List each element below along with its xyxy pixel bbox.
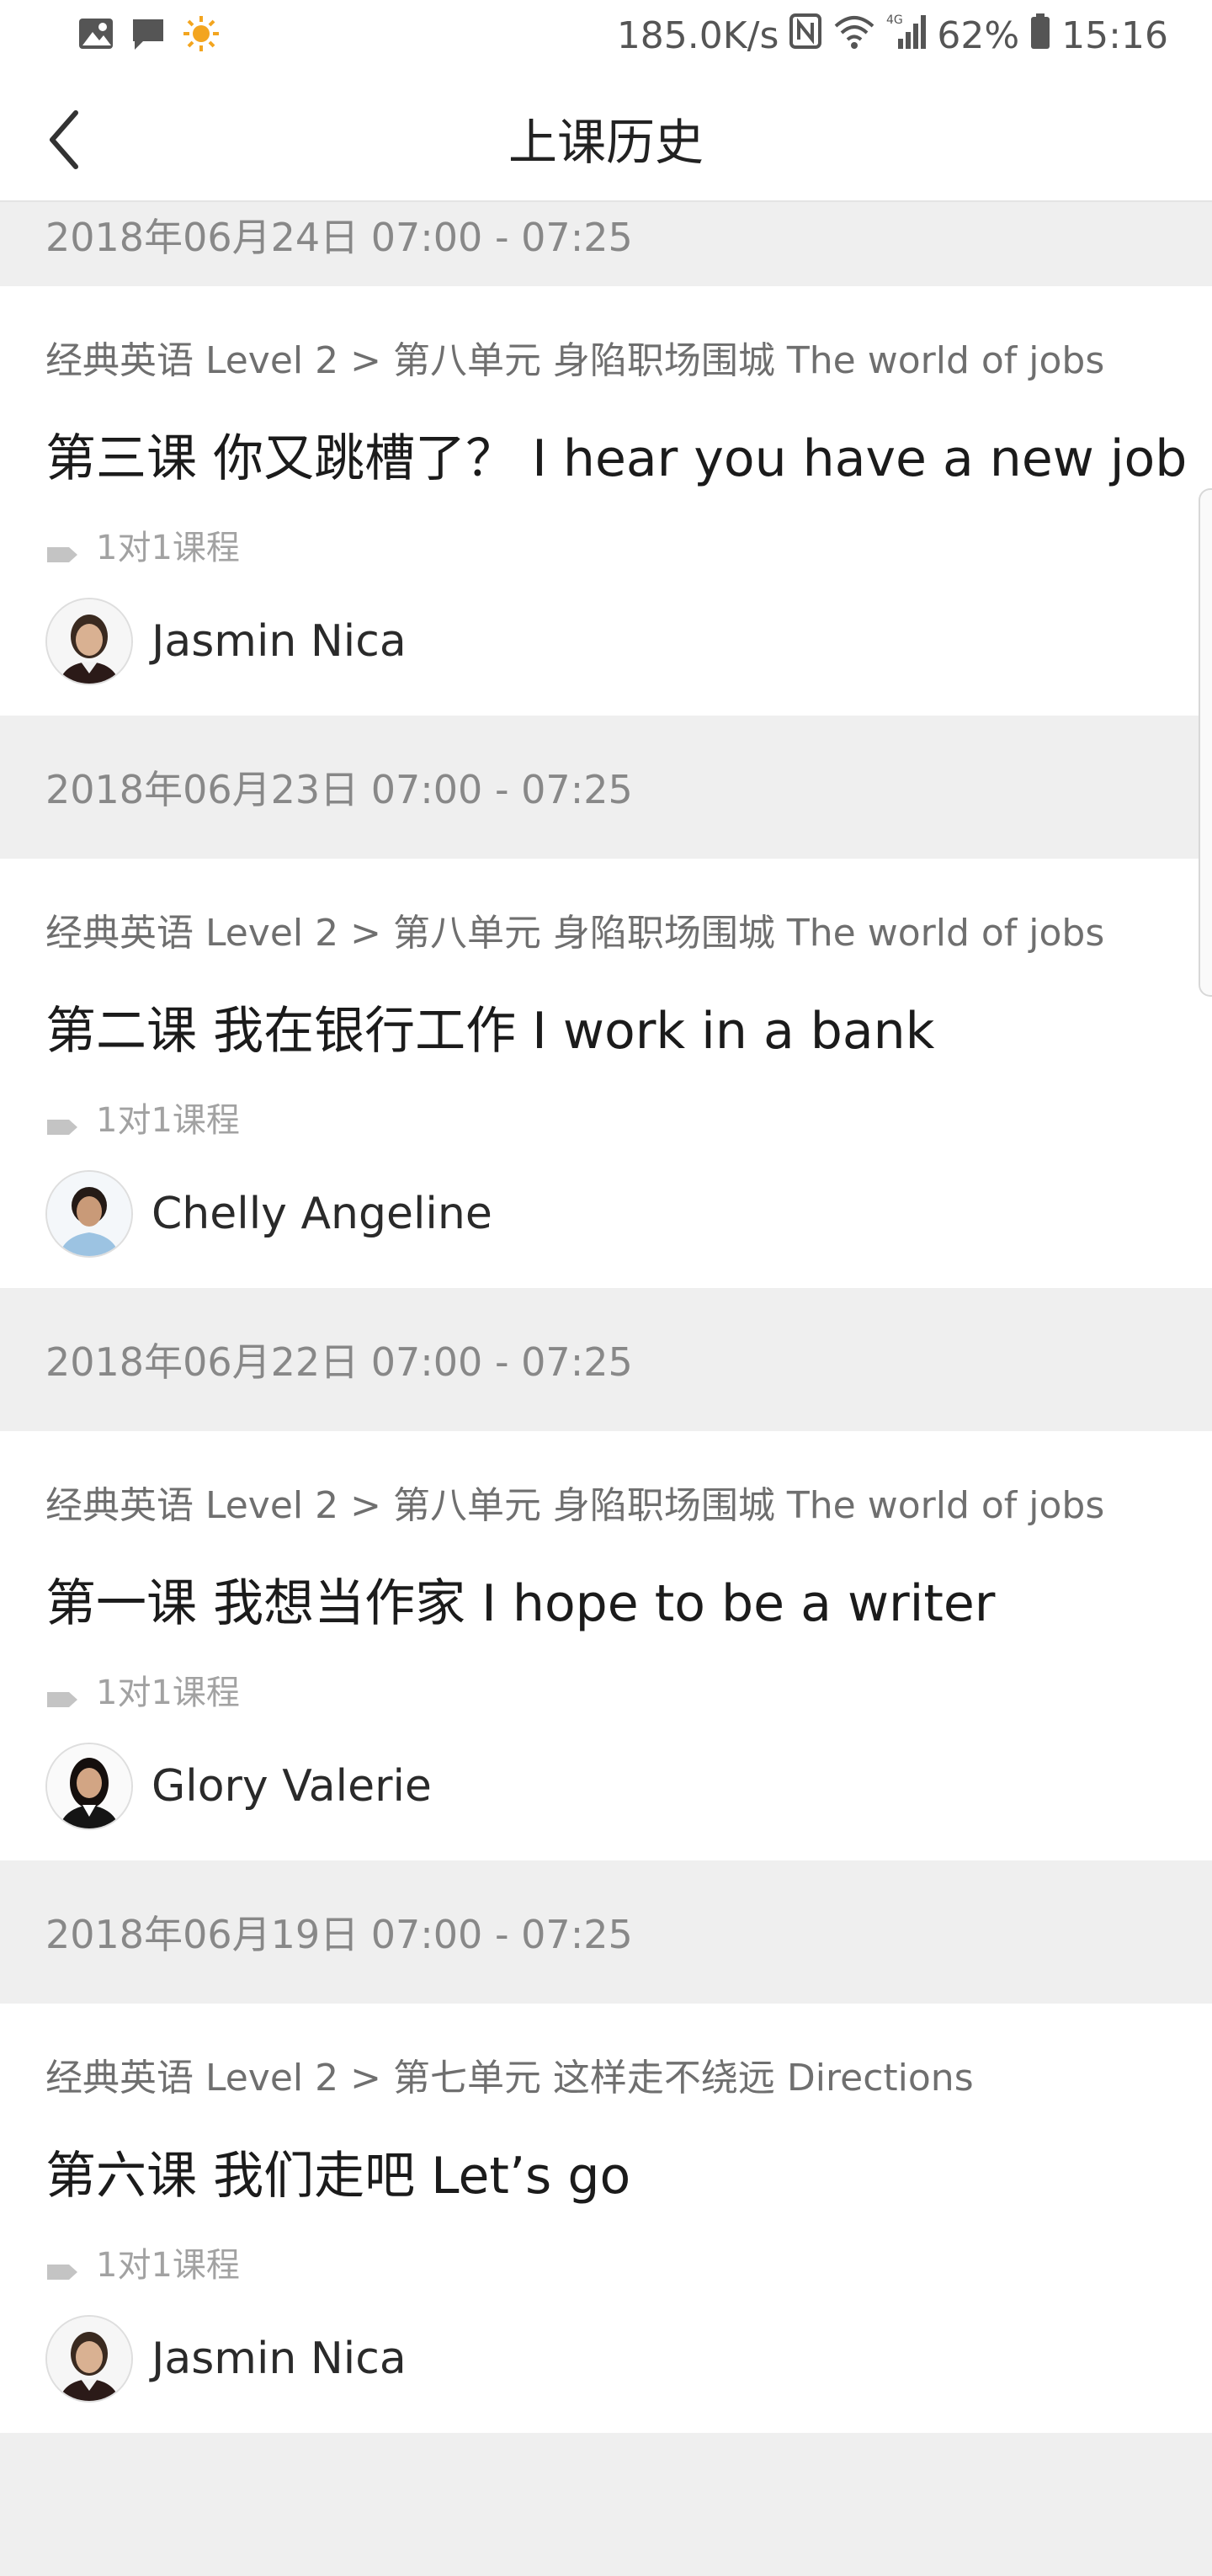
date-header: 2018年06月23日 07:00 - 07:25 — [0, 716, 1212, 859]
date-header: 2018年06月19日 07:00 - 07:25 — [0, 1860, 1212, 2004]
lesson-type-label: 1对1课程 — [96, 1101, 240, 1140]
teacher[interactable]: Glory Valerie — [45, 1743, 432, 1830]
lesson-type: 1对1课程 — [45, 2238, 240, 2286]
message-icon — [130, 16, 167, 55]
course-breadcrumb: 经典英语 Level 2 > 第八单元 身陷职场围城 The world of … — [45, 339, 1105, 382]
tag-icon — [45, 1107, 79, 1135]
scrollbar-thumb[interactable] — [1199, 488, 1212, 997]
lesson-type-label: 1对1课程 — [96, 1674, 240, 1712]
avatar — [45, 2315, 133, 2403]
lesson-card[interactable]: 经典英语 Level 2 > 第八单元 身陷职场围城 The world of … — [0, 859, 1212, 1288]
lesson-type: 1对1课程 — [45, 1665, 240, 1714]
nfc-icon — [789, 13, 822, 59]
clock: 15:16 — [1061, 13, 1168, 57]
lesson-card[interactable]: 经典英语 Level 2 > 第八单元 身陷职场围城 The world of … — [0, 1431, 1212, 1860]
cellular-signal-icon: 4G — [886, 12, 927, 60]
lesson-card[interactable]: 经典英语 Level 2 > 第七单元 这样走不绕远 Directions 第六… — [0, 2004, 1212, 2433]
course-breadcrumb: 经典英语 Level 2 > 第八单元 身陷职场围城 The world of … — [45, 912, 1105, 955]
lesson-type-label: 1对1课程 — [96, 2246, 240, 2285]
lesson-title: 第三课 你又跳槽了？ I hear you have a new job — [45, 429, 1188, 488]
teacher[interactable]: Jasmin Nica — [45, 598, 407, 685]
list-footer-spacer — [0, 2433, 1212, 2576]
lesson-type: 1对1课程 — [45, 520, 240, 569]
teacher-name: Glory Valerie — [152, 1761, 432, 1812]
lesson-title: 第六课 我们走吧 Let’s go — [45, 2147, 631, 2206]
teacher[interactable]: Jasmin Nica — [45, 2315, 407, 2403]
sun-icon — [182, 14, 221, 56]
lesson-title: 第二课 我在银行工作 I work in a bank — [45, 1002, 935, 1061]
lesson-title: 第一课 我想当作家 I hope to be a writer — [45, 1574, 996, 1633]
wifi-icon — [832, 13, 876, 59]
page-title: 上课历史 — [508, 114, 704, 171]
network-speed: 185.0K/s — [616, 13, 779, 57]
system-indicators: 185.0K/s 4G 62% 15:16 — [617, 12, 1168, 59]
avatar — [45, 1743, 133, 1830]
lesson-history-list[interactable]: 2018年06月24日 07:00 - 07:25 经典英语 Level 2 >… — [0, 202, 1212, 2576]
lesson-date: 2018年06月19日 07:00 - 07:25 — [45, 1912, 633, 1957]
avatar — [45, 1170, 133, 1258]
image-icon — [77, 17, 114, 54]
course-breadcrumb: 经典英语 Level 2 > 第八单元 身陷职场围城 The world of … — [45, 1484, 1105, 1527]
lesson-date: 2018年06月22日 07:00 - 07:25 — [45, 1339, 633, 1385]
app-bar: 上课历史 — [0, 74, 1212, 202]
lesson-type-label: 1对1课程 — [96, 529, 240, 567]
battery-icon — [1029, 12, 1051, 60]
tag-icon — [45, 1679, 79, 1707]
tag-icon — [45, 2252, 79, 2280]
course-breadcrumb: 经典英语 Level 2 > 第七单元 这样走不绕远 Directions — [45, 2057, 974, 2100]
notification-icons — [77, 13, 221, 57]
teacher[interactable]: Chelly Angeline — [45, 1170, 492, 1258]
teacher-name: Jasmin Nica — [152, 2334, 407, 2384]
lesson-card[interactable]: 经典英语 Level 2 > 第八单元 身陷职场围城 The world of … — [0, 286, 1212, 716]
lesson-date: 2018年06月24日 07:00 - 07:25 — [45, 215, 633, 260]
teacher-name: Chelly Angeline — [152, 1189, 492, 1239]
status-bar: 185.0K/s 4G 62% 15:16 — [0, 0, 1212, 74]
tag-icon — [45, 535, 79, 562]
date-header: 2018年06月24日 07:00 - 07:25 — [0, 202, 1212, 286]
teacher-name: Jasmin Nica — [152, 616, 407, 667]
avatar — [45, 598, 133, 685]
battery-percent: 62% — [937, 13, 1020, 57]
svg-text:4G: 4G — [886, 13, 903, 27]
lesson-type: 1对1课程 — [45, 1093, 240, 1142]
date-header: 2018年06月22日 07:00 - 07:25 — [0, 1288, 1212, 1431]
lesson-date: 2018年06月23日 07:00 - 07:25 — [45, 767, 633, 812]
